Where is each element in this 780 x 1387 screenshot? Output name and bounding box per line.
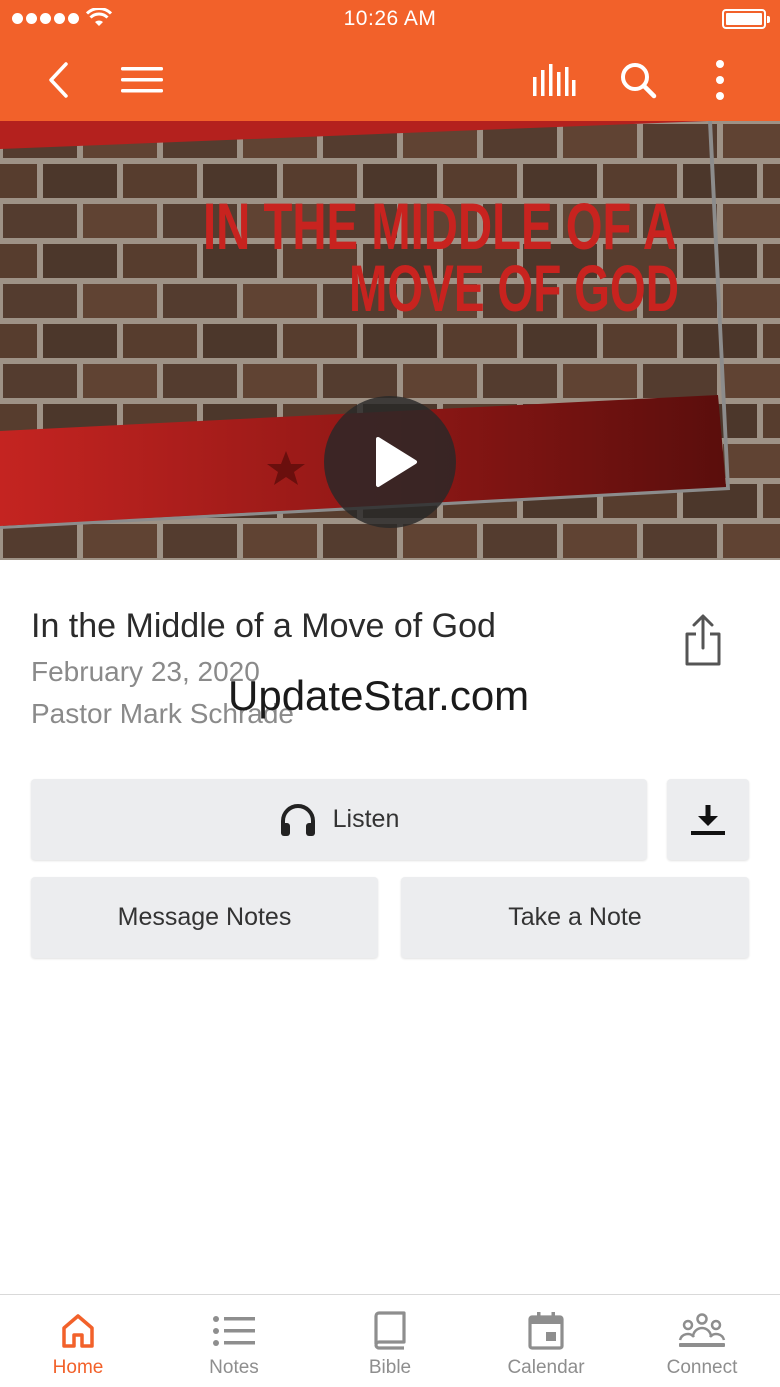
take-a-note-button[interactable]: Take a Note [401, 877, 749, 958]
back-button[interactable] [30, 52, 86, 108]
tab-bible-label: Bible [368, 1357, 412, 1378]
search-button[interactable] [610, 52, 666, 108]
battery-icon [722, 9, 770, 29]
share-icon [685, 614, 721, 666]
listen-label: Listen [332, 805, 400, 833]
tab-notes[interactable]: Notes [156, 1295, 312, 1387]
people-icon [678, 1313, 726, 1347]
tab-connect-label: Connect [666, 1357, 738, 1378]
vertical-dots-icon [716, 60, 724, 100]
tab-bible[interactable]: Bible [312, 1295, 468, 1387]
audio-button[interactable] [526, 52, 582, 108]
hamburger-menu-icon [121, 67, 163, 93]
sermon-title: In the Middle of a Move of God [31, 607, 496, 645]
message-notes-button[interactable]: Message Notes [31, 877, 378, 958]
status-bar: 10:26 AM [0, 0, 780, 40]
artwork-title-line2: MOVE OF GOD [349, 251, 679, 325]
menu-button[interactable] [114, 52, 170, 108]
share-button[interactable] [676, 612, 730, 670]
sermon-date: February 23, 2020 [31, 656, 260, 687]
sermon-artwork: IN THE MIDDLE OF A MOVE OF GOD [0, 121, 780, 560]
book-icon [374, 1311, 406, 1350]
calendar-icon [528, 1312, 564, 1350]
watermark-text: UpdateStar.com [228, 672, 530, 719]
list-icon [213, 1316, 255, 1346]
more-options-button[interactable] [692, 52, 748, 108]
tab-notes-label: Notes [209, 1357, 259, 1378]
take-a-note-label: Take a Note [508, 903, 642, 931]
listen-button[interactable]: Listen [31, 779, 647, 860]
tab-home[interactable]: Home [0, 1295, 156, 1387]
chevron-left-icon [49, 62, 68, 98]
top-bar: 10:26 AM [0, 0, 780, 121]
tab-calendar-label: Calendar [507, 1357, 585, 1378]
play-button[interactable] [324, 396, 456, 528]
download-icon [691, 804, 725, 835]
audio-levels-icon [533, 64, 576, 96]
home-icon [62, 1314, 94, 1348]
search-icon [621, 63, 657, 99]
headphones-icon [280, 803, 315, 836]
tab-home-label: Home [52, 1357, 104, 1378]
tab-calendar[interactable]: Calendar [468, 1295, 624, 1387]
download-button[interactable] [667, 779, 749, 860]
play-icon [376, 437, 417, 487]
status-time: 10:26 AM [343, 7, 437, 30]
tab-bar: Home Notes Bible Calendar Connect [0, 1294, 780, 1387]
message-notes-label: Message Notes [117, 903, 292, 931]
tab-connect[interactable]: Connect [624, 1295, 780, 1387]
